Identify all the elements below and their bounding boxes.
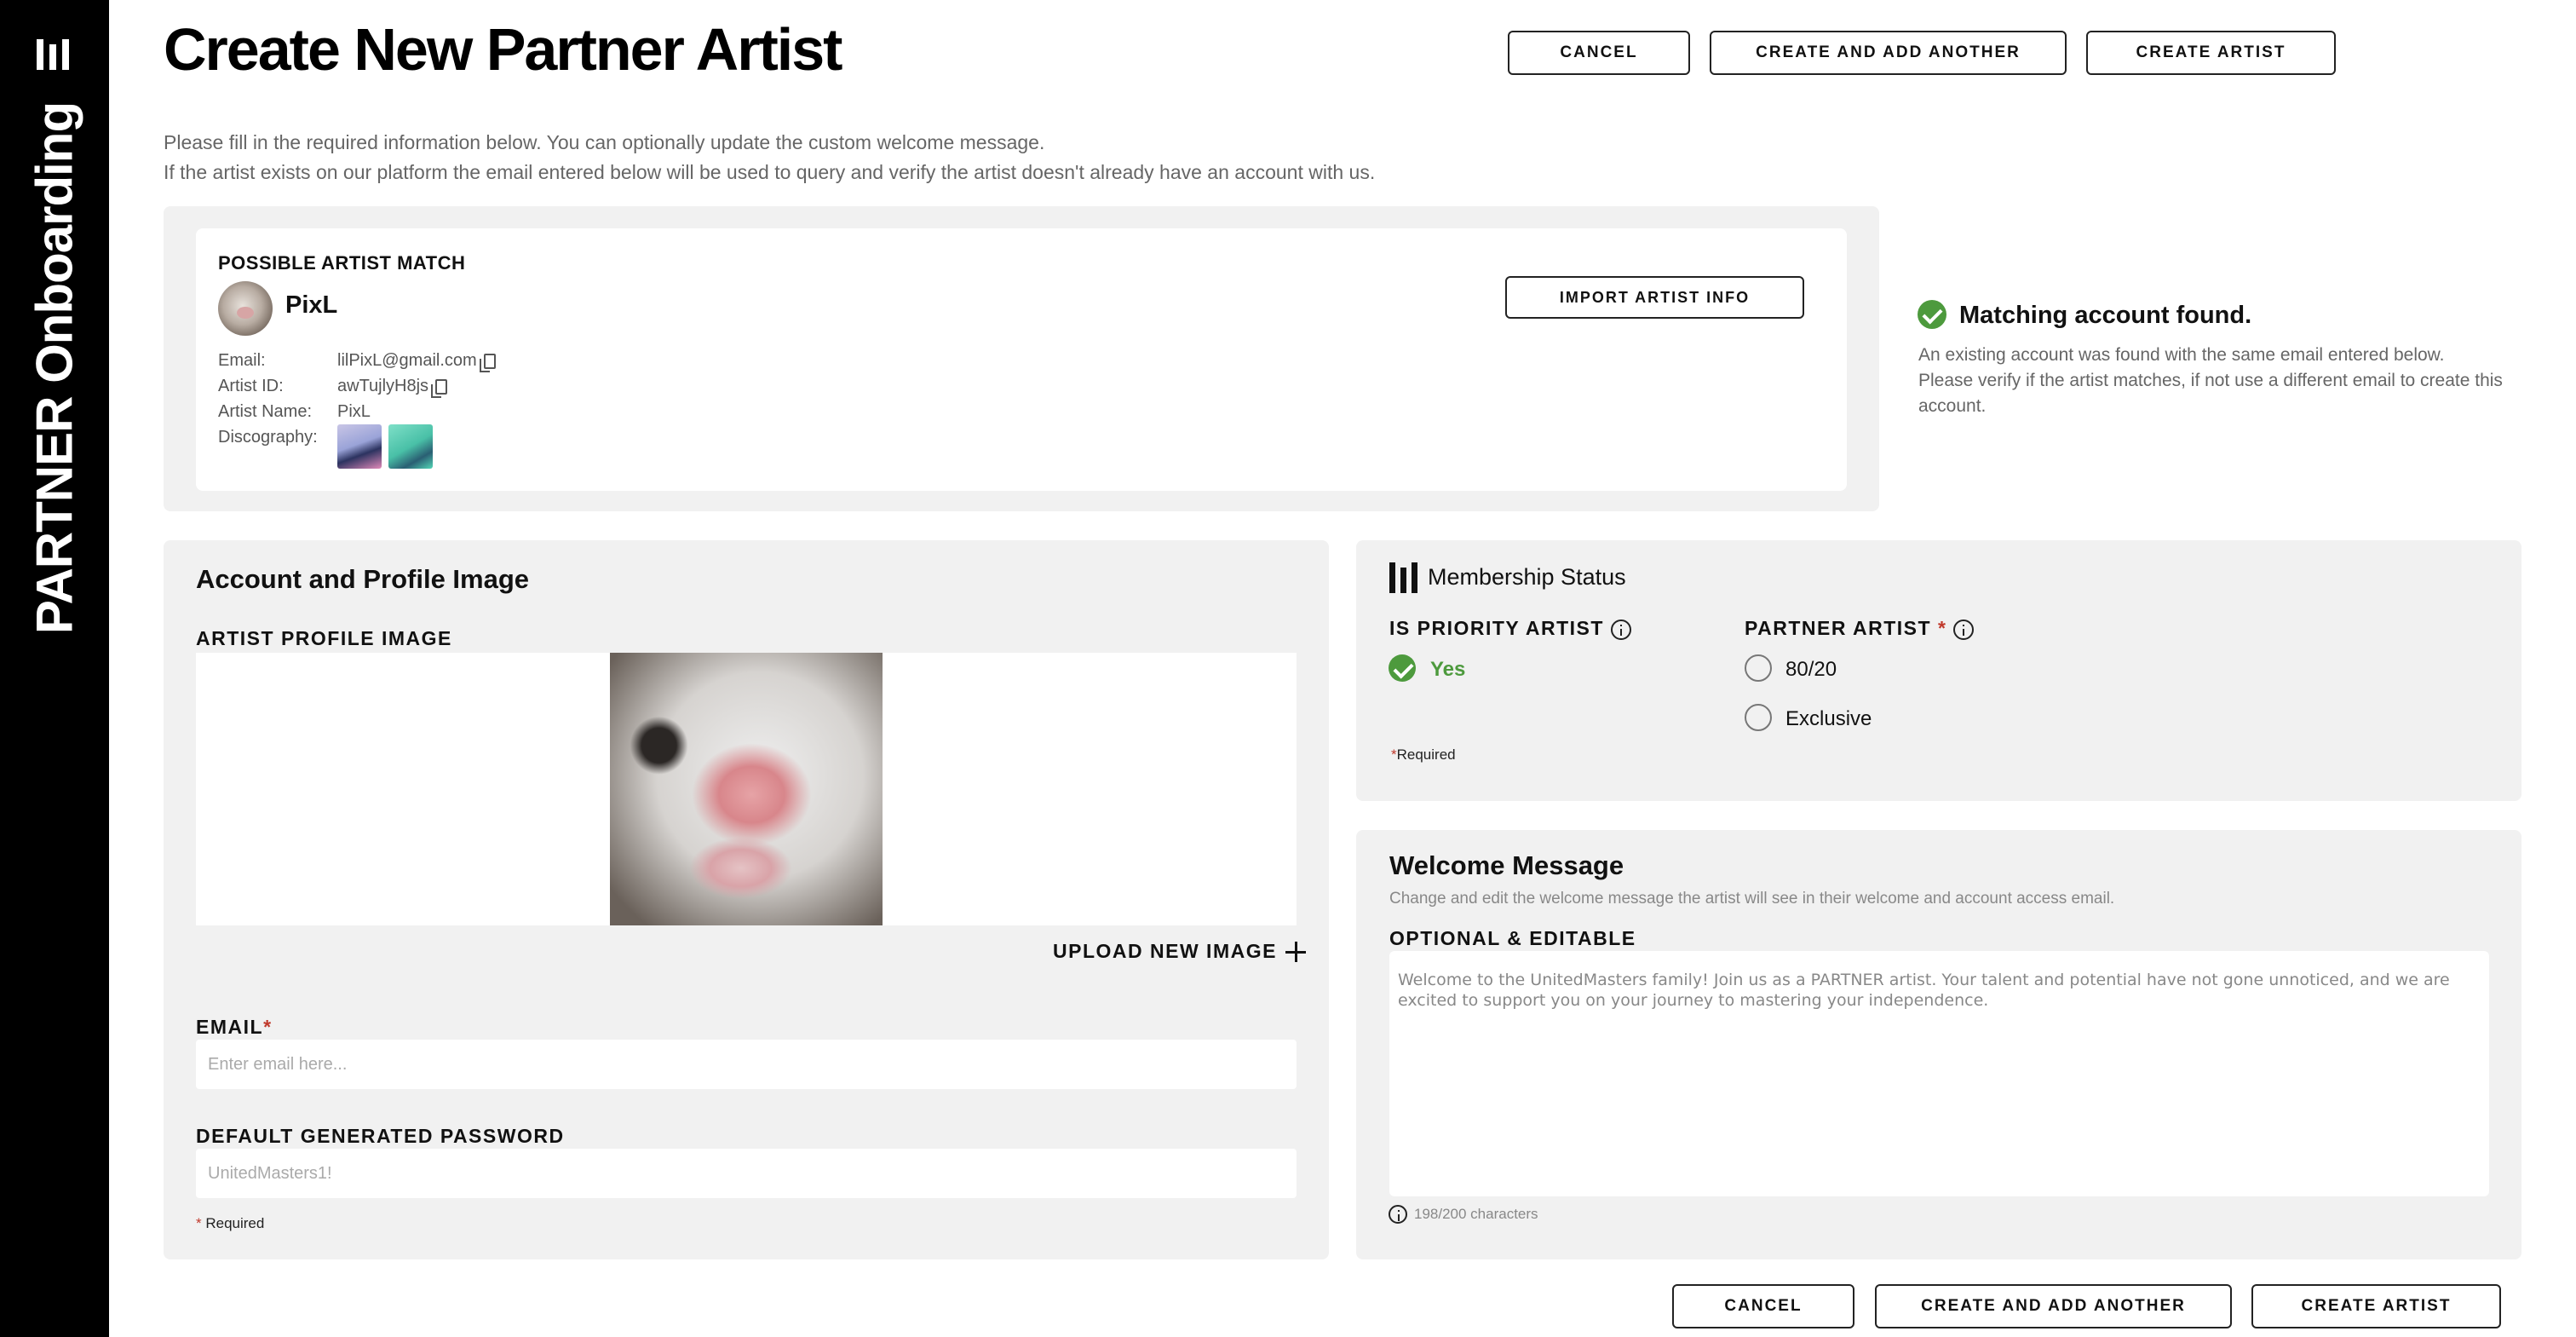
char-count: 198/200 characters xyxy=(1389,1205,1538,1224)
membership-icon xyxy=(1389,562,1420,593)
match-status-title: Matching account found. xyxy=(1959,302,2252,329)
create-and-add-another-button[interactable]: CREATE AND ADD ANOTHER xyxy=(1710,31,2067,75)
intro-line-2: If the artist exists on our platform the… xyxy=(164,161,1376,183)
create-artist-button[interactable]: CREATE ARTIST xyxy=(2086,31,2336,75)
required-star: * xyxy=(1937,617,1947,639)
required-star: * xyxy=(1391,746,1397,763)
intro-line-1: Please fill in the required information … xyxy=(164,131,1045,153)
info-icon[interactable] xyxy=(1953,619,1975,640)
footer-create-artist-button[interactable]: CREATE ARTIST xyxy=(2251,1284,2501,1328)
partner-artist-label-text: PARTNER ARTIST xyxy=(1745,617,1932,639)
footer-cancel-button[interactable]: CANCEL xyxy=(1672,1284,1854,1328)
email-label: Email: xyxy=(218,351,266,370)
welcome-subtitle: Change and edit the welcome message the … xyxy=(1389,890,2115,908)
priority-artist-label-text: IS PRIORITY ARTIST xyxy=(1389,617,1604,639)
match-status-line-1: An existing account was found with the s… xyxy=(1918,345,2445,365)
artist-avatar xyxy=(218,281,273,336)
priority-artist-label: IS PRIORITY ARTIST xyxy=(1389,617,1631,640)
sidebar-brand-title: PARTNER Onboarding xyxy=(26,101,83,635)
email-field-label-text: EMAIL xyxy=(196,1016,264,1038)
match-status-line-3: account. xyxy=(1918,396,1987,416)
artist-email-value: lilPixL@gmail.com xyxy=(337,351,477,370)
option-80-20-label: 80/20 xyxy=(1785,658,1837,681)
required-note-text: Required xyxy=(205,1215,265,1231)
discography-thumb[interactable] xyxy=(388,424,433,469)
info-icon xyxy=(1389,1205,1407,1224)
radio-80-20[interactable] xyxy=(1745,654,1772,682)
sidebar: PARTNER Onboarding xyxy=(0,0,109,1337)
discography-label: Discography: xyxy=(218,428,318,447)
match-status-description: An existing account was found with the s… xyxy=(1918,343,2503,419)
artist-email: lilPixL@gmail.com xyxy=(337,351,496,372)
unitedmasters-logo-icon[interactable] xyxy=(37,39,72,70)
artist-name-value: PixL xyxy=(337,402,371,421)
artist-id-value: awTujlyH8js xyxy=(337,377,429,395)
artist-id: awTujlyH8js xyxy=(337,377,448,398)
option-exclusive-label: Exclusive xyxy=(1785,707,1872,730)
info-icon[interactable] xyxy=(1610,619,1631,640)
radio-exclusive[interactable] xyxy=(1745,704,1772,731)
artist-profile-image xyxy=(610,653,883,925)
upload-new-image-label: UPLOAD NEW IMAGE xyxy=(1053,940,1277,962)
email-input[interactable]: Enter email here... xyxy=(196,1040,1297,1089)
artist-name-label: Artist Name: xyxy=(218,402,313,421)
artist-id-label: Artist ID: xyxy=(218,377,284,395)
discography-thumb[interactable] xyxy=(337,424,382,469)
plus-icon xyxy=(1285,941,1306,962)
welcome-section-title: Welcome Message xyxy=(1389,850,1624,880)
required-star: * xyxy=(263,1016,273,1038)
partner-artist-label: PARTNER ARTIST * xyxy=(1745,617,1975,640)
cancel-button[interactable]: CANCEL xyxy=(1508,31,1690,75)
copy-icon[interactable] xyxy=(431,378,448,398)
upload-new-image-button[interactable]: UPLOAD NEW IMAGE xyxy=(1053,940,1306,963)
possible-match-heading: POSSIBLE ARTIST MATCH xyxy=(218,252,466,274)
required-star: * xyxy=(196,1215,206,1231)
import-artist-info-button[interactable]: IMPORT ARTIST INFO xyxy=(1505,276,1804,319)
profile-image-label: ARTIST PROFILE IMAGE xyxy=(196,627,452,649)
account-section-title: Account and Profile Image xyxy=(196,564,530,594)
footer-create-and-add-another-button[interactable]: CREATE AND ADD ANOTHER xyxy=(1875,1284,2232,1328)
check-circle-icon xyxy=(1918,300,1946,329)
membership-title: Membership Status xyxy=(1428,564,1626,590)
password-field-label: DEFAULT GENERATED PASSWORD xyxy=(196,1125,565,1147)
copy-icon[interactable] xyxy=(479,353,496,372)
welcome-message-textarea[interactable]: Welcome to the UnitedMasters family! Joi… xyxy=(1389,951,2489,1196)
password-input[interactable]: UnitedMasters1! xyxy=(196,1149,1297,1198)
optional-editable-label: OPTIONAL & EDITABLE xyxy=(1389,927,1636,949)
priority-yes-check-icon[interactable] xyxy=(1389,654,1416,682)
membership-required-note-text: Required xyxy=(1396,746,1456,763)
required-note: * Required xyxy=(196,1215,264,1232)
intro-text: Please fill in the required information … xyxy=(164,128,1375,187)
priority-yes-label: Yes xyxy=(1430,658,1466,681)
artist-name: PixL xyxy=(285,291,338,319)
char-count-text: 198/200 characters xyxy=(1414,1206,1538,1222)
membership-required-note: *Required xyxy=(1391,746,1456,764)
email-field-label: EMAIL* xyxy=(196,1016,273,1039)
page-title: Create New Partner Artist xyxy=(164,16,842,83)
match-status-line-2: Please verify if the artist matches, if … xyxy=(1918,371,2503,390)
